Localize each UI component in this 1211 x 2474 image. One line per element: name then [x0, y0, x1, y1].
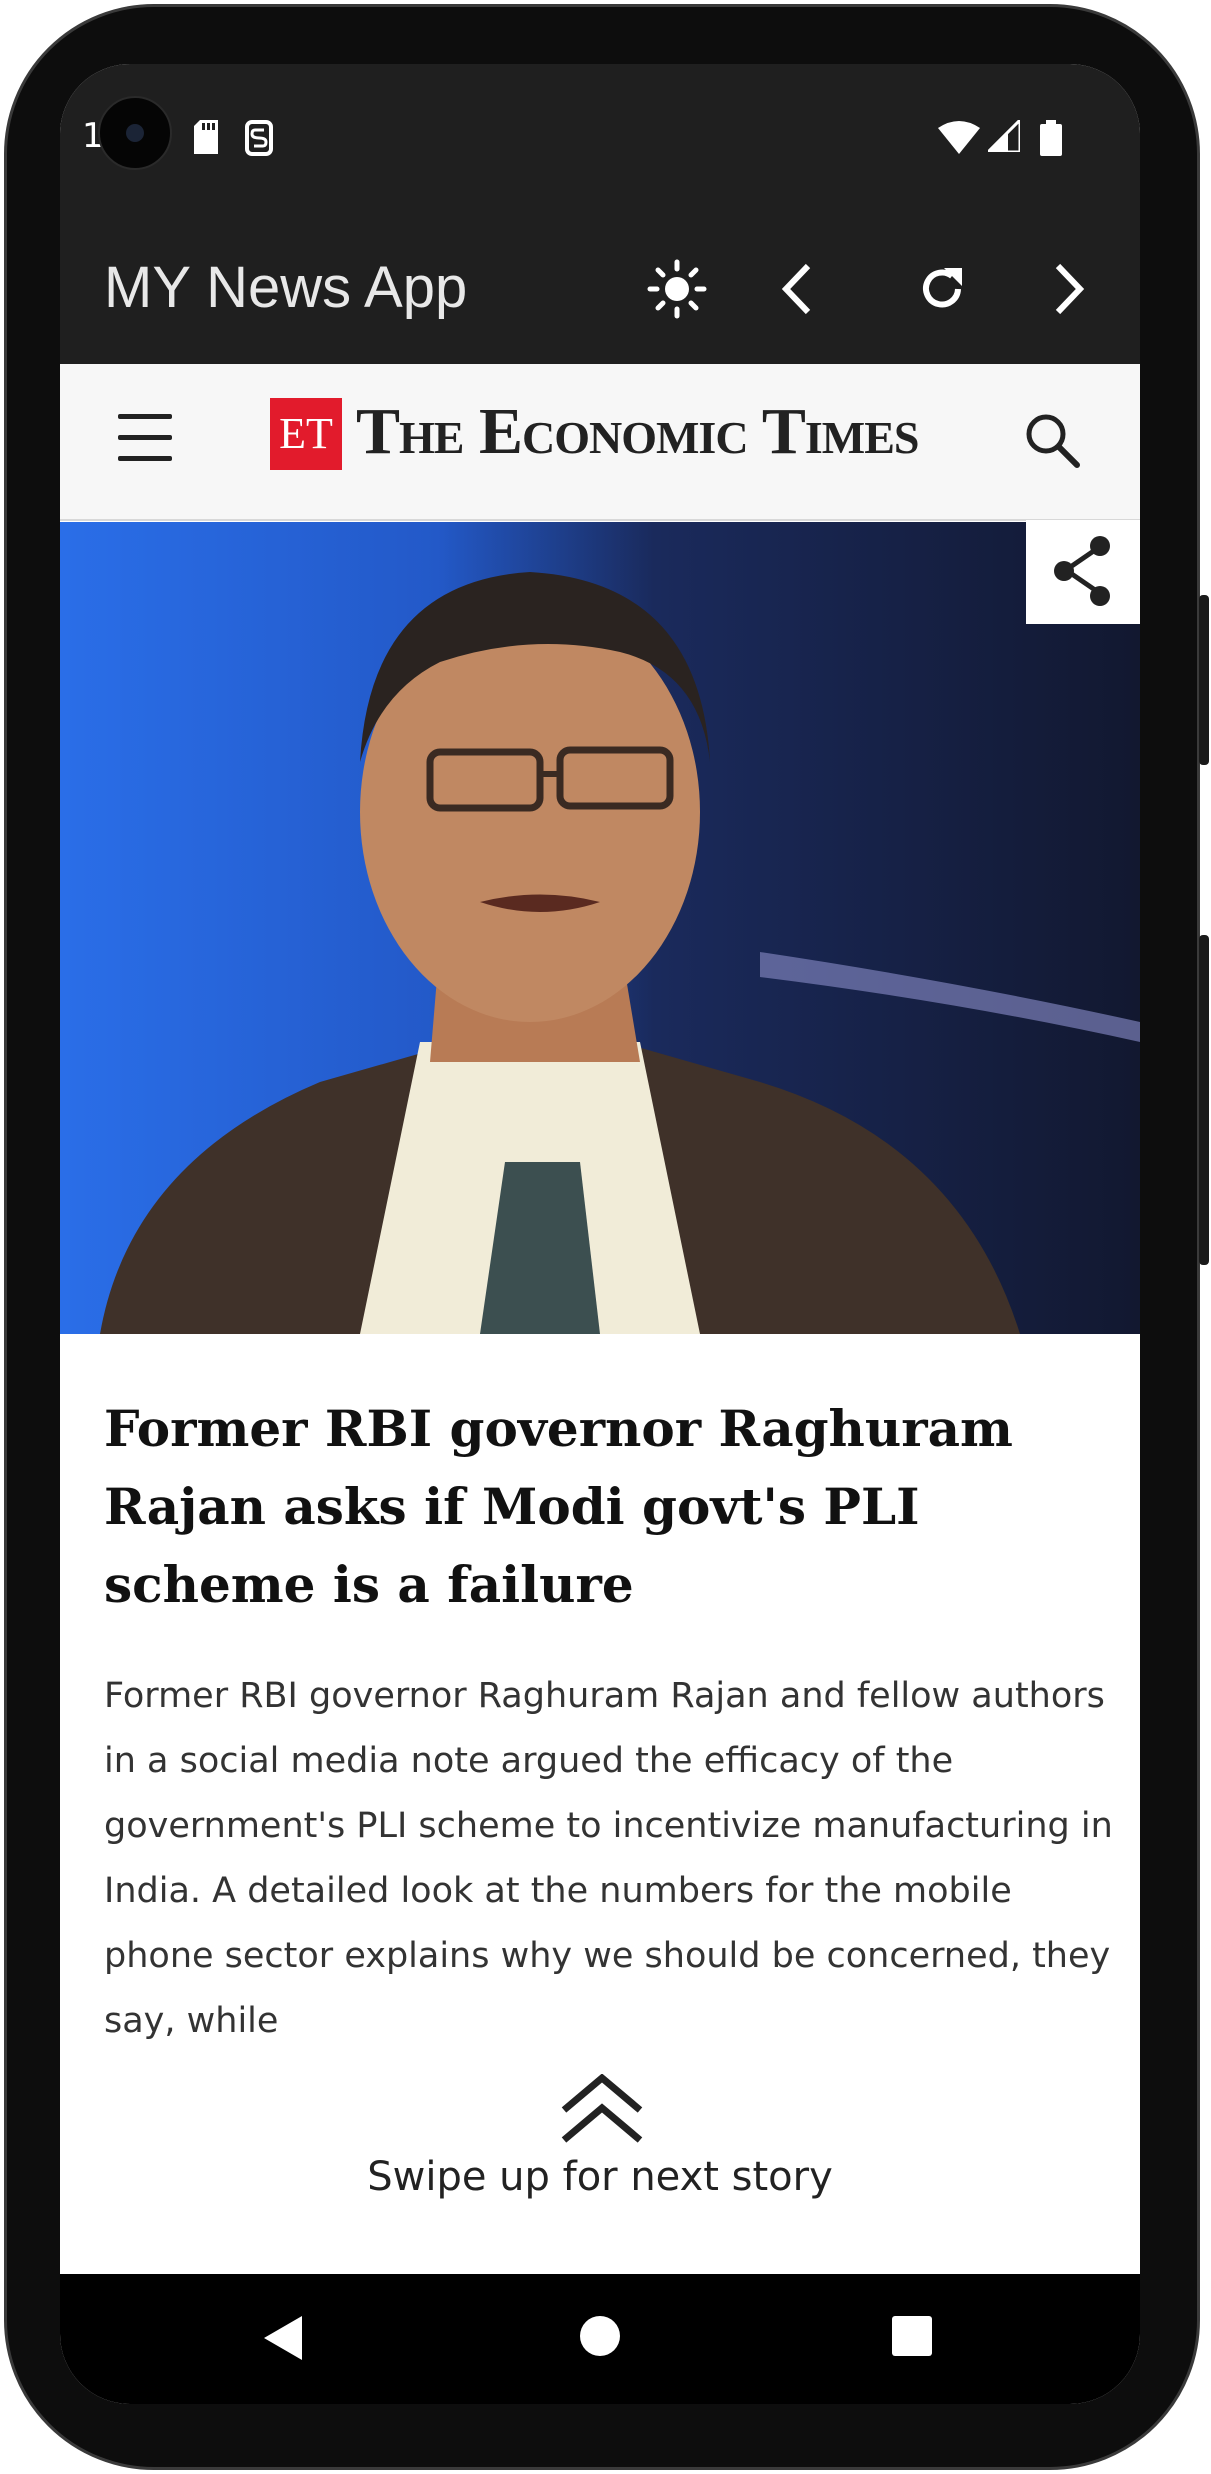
brightness-icon[interactable] — [646, 258, 708, 320]
site-header: ET The Economic Times — [60, 364, 1140, 521]
share-button[interactable] — [1026, 520, 1140, 624]
volume-button — [1199, 595, 1209, 765]
nav-recents-icon[interactable] — [890, 2314, 934, 2358]
article-headline[interactable]: Former RBI governor Raghuram Rajan asks … — [104, 1390, 1104, 1624]
app-title: MY News App — [104, 255, 468, 320]
wifi-icon — [938, 121, 980, 154]
sd-card-icon — [194, 120, 218, 154]
power-button — [1199, 935, 1209, 1265]
screen: 1:45 MY News App — [60, 64, 1140, 2404]
nav-back-icon[interactable] — [262, 2314, 306, 2362]
app-bar: MY News App — [60, 214, 1140, 364]
signal-icon — [988, 120, 1020, 152]
article-image[interactable] — [60, 522, 1140, 1334]
front-camera — [98, 96, 172, 170]
site-logo-text[interactable]: The Economic Times — [356, 394, 919, 470]
swipe-hint-label: Swipe up for next story — [367, 2154, 833, 2200]
share-icon — [1054, 536, 1110, 606]
search-icon[interactable] — [1022, 410, 1082, 470]
system-nav-bar — [60, 2274, 1140, 2404]
site-logo-mark[interactable]: ET — [270, 398, 342, 470]
article-summary: Former RBI governor Raghuram Rajan and f… — [104, 1676, 1113, 2041]
back-icon[interactable] — [776, 258, 816, 320]
forward-icon[interactable] — [1050, 258, 1090, 320]
nav-home-icon[interactable] — [578, 2314, 622, 2358]
menu-icon[interactable] — [118, 414, 172, 462]
article-photo — [60, 522, 1140, 1334]
sim-toolkit-icon — [245, 120, 273, 156]
chevron-up-double-icon — [561, 2074, 643, 2143]
battery-icon — [1040, 120, 1062, 156]
status-bar: 1:45 — [60, 64, 1140, 214]
reload-icon[interactable] — [916, 258, 968, 320]
